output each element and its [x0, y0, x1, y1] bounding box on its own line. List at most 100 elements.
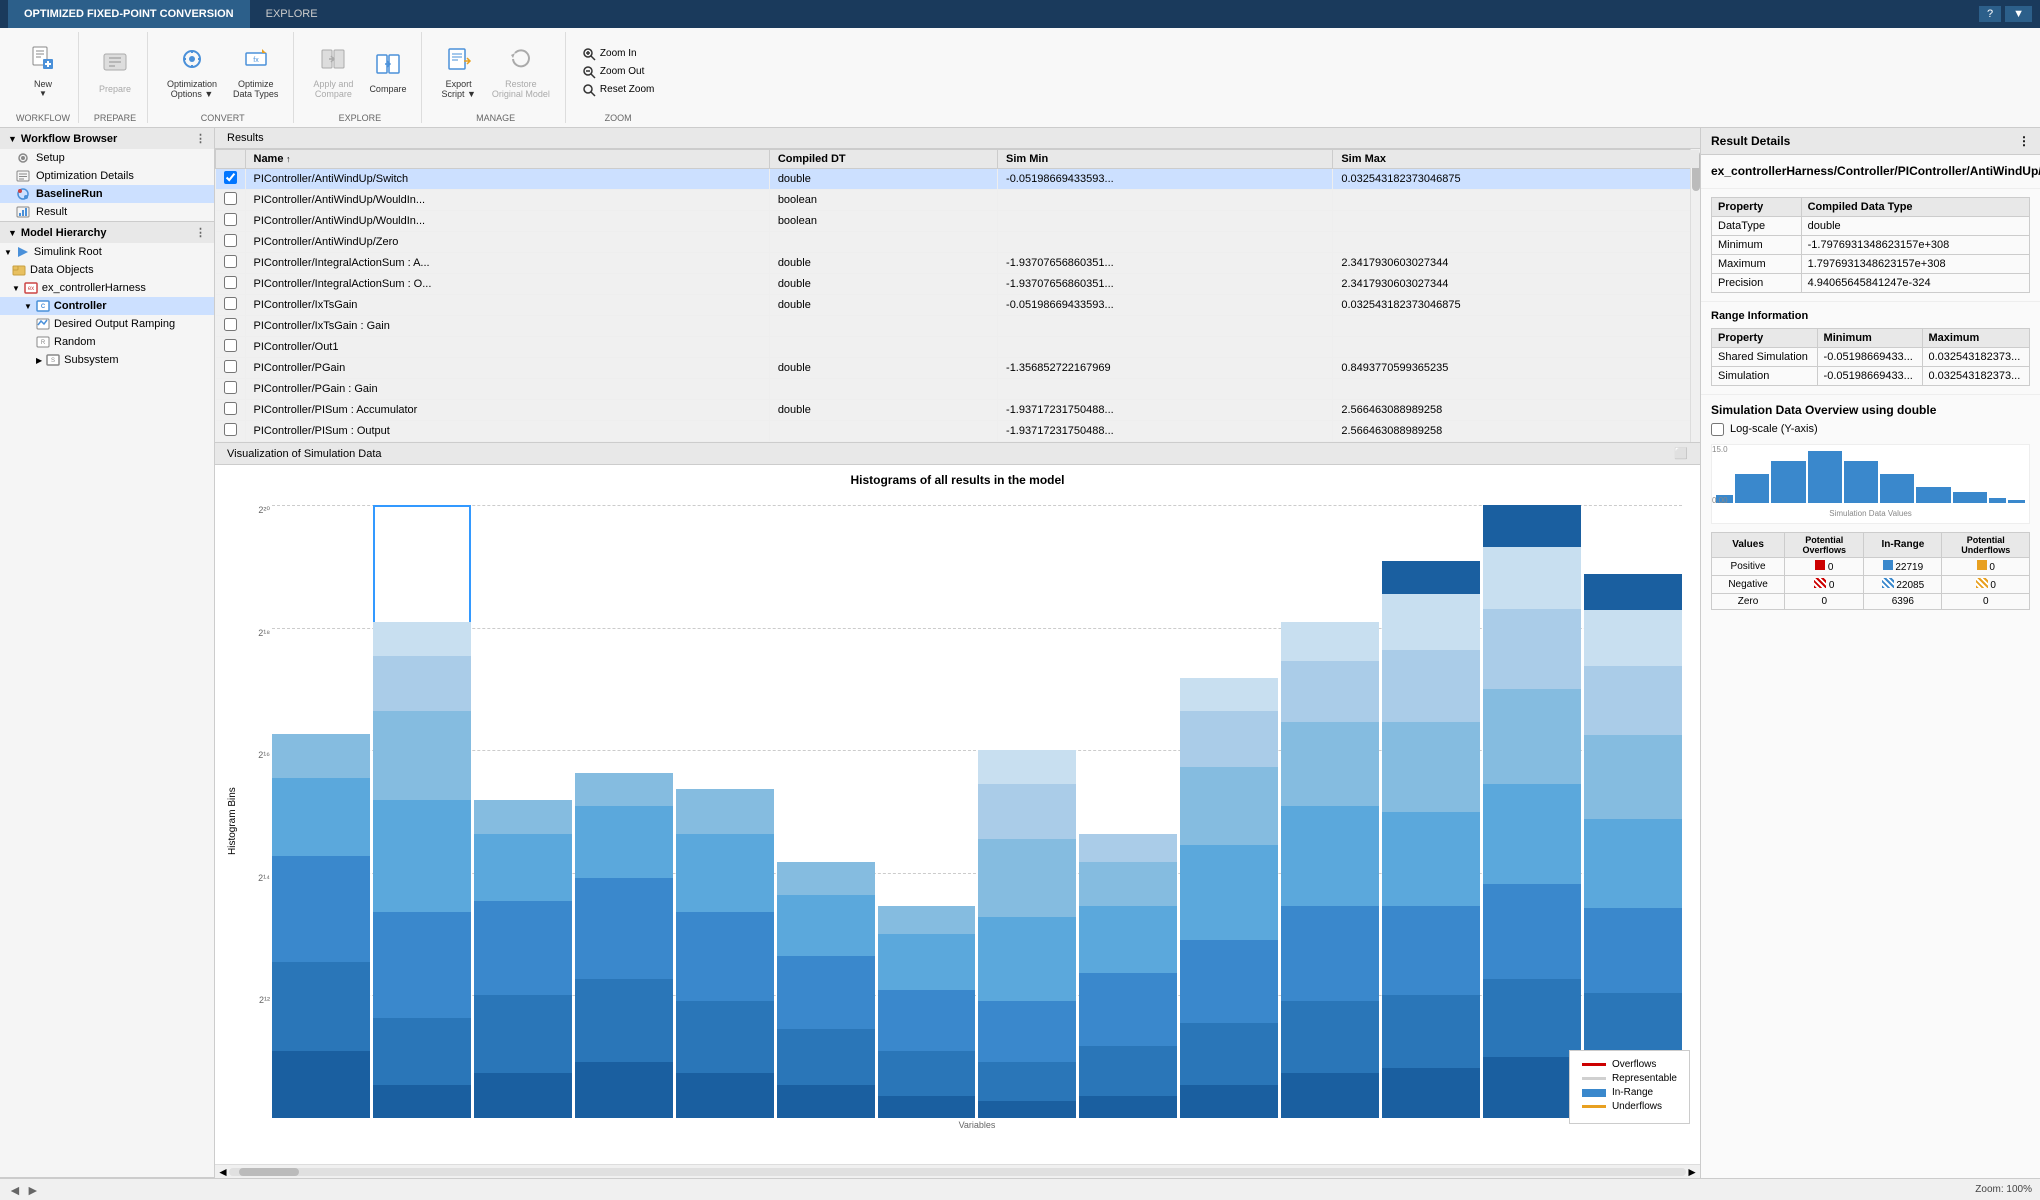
tab-explore[interactable]: EXPLORE [250, 0, 334, 28]
bar-segment-4-3 [676, 834, 774, 912]
zoom-out-button[interactable]: Zoom Out [578, 64, 658, 80]
table-row[interactable]: PIController/AntiWindUp/Switch double -0… [216, 169, 1700, 190]
bar-segment-7-2 [978, 1001, 1076, 1062]
tree-item-controller[interactable]: ▼ C Controller [0, 297, 214, 315]
viz-expand-icon[interactable]: ⬜ [1674, 447, 1688, 460]
col-compiled-dt[interactable]: Compiled DT [769, 150, 997, 169]
row-checkbox-6[interactable] [216, 295, 246, 316]
legend-underflows: Underflows [1582, 1101, 1677, 1112]
log-scale-checkbox[interactable] [1711, 423, 1724, 436]
row-sim-max-4: 2.3417930603027344 [1333, 253, 1700, 274]
table-row[interactable]: PIController/IntegralActionSum : O... do… [216, 274, 1700, 295]
table-row[interactable]: PIController/PISum : Accumulator double … [216, 400, 1700, 421]
hist-bar-group-2[interactable] [474, 505, 572, 1118]
row-checkbox-0[interactable] [216, 169, 246, 190]
table-row[interactable]: PIController/PGain double -1.35685272216… [216, 358, 1700, 379]
hist-bar-group-3[interactable] [575, 505, 673, 1118]
row-checkbox-1[interactable] [216, 190, 246, 211]
new-icon [29, 45, 57, 77]
sidebar-item-baseline-run[interactable]: BaselineRun [0, 185, 214, 203]
right-nav-arrow[interactable]: ► [1686, 1165, 1698, 1179]
restore-button[interactable]: RestoreOriginal Model [485, 40, 557, 104]
table-row[interactable]: PIController/IntegralActionSum : A... do… [216, 253, 1700, 274]
row-checkbox-7[interactable] [216, 316, 246, 337]
hist-bar-group-5[interactable] [777, 505, 875, 1118]
row-checkbox-8[interactable] [216, 337, 246, 358]
row-checkbox-9[interactable] [216, 358, 246, 379]
table-row[interactable]: PIController/Out1 [216, 337, 1700, 358]
right-panel-menu-icon[interactable]: ⋮ [2018, 134, 2030, 148]
tree-item-ex-controller-harness[interactable]: ▼ ex ex_controllerHarness [0, 279, 214, 297]
tree-item-subsystem[interactable]: ▶ S Subsystem [0, 351, 214, 369]
compare-button[interactable]: Compare [362, 45, 413, 99]
hist-bar-group-12[interactable] [1483, 505, 1581, 1118]
table-row[interactable]: PIController/AntiWindUp/Zero [216, 232, 1700, 253]
hist-bar-group-1[interactable] [373, 505, 471, 1118]
tree-item-data-objects[interactable]: Data Objects [0, 261, 214, 279]
workflow-browser-header[interactable]: ▼ Workflow Browser ⋮ [0, 128, 214, 149]
viz-tab[interactable]: Visualization of Simulation Data ⬜ [215, 443, 1700, 465]
sidebar-item-optimization-details[interactable]: Optimization Details [0, 167, 214, 185]
results-tab[interactable]: Results [215, 128, 1700, 149]
subsystem-expand[interactable]: ▶ [36, 356, 42, 365]
controller-expand[interactable]: ▼ [24, 302, 32, 311]
table-row[interactable]: PIController/PGain : Gain [216, 379, 1700, 400]
tree-item-simulink-root[interactable]: ▼ Simulink Root [0, 243, 214, 261]
hist-bar-group-9[interactable] [1180, 505, 1278, 1118]
export-script-button[interactable]: ExportScript ▼ [434, 40, 482, 104]
ex-harness-expand[interactable]: ▼ [12, 284, 20, 293]
mini-bar-9 [1989, 498, 2006, 503]
scroll-track[interactable] [229, 1168, 1686, 1176]
opt-options-button[interactable]: OptimizationOptions ▼ [160, 40, 224, 104]
bottom-scrollbar[interactable]: ◄ ► [215, 1164, 1700, 1178]
row-checkbox-4[interactable] [216, 253, 246, 274]
workflow-menu-icon[interactable]: ⋮ [195, 132, 206, 145]
bar-segment-13-5 [1584, 666, 1682, 735]
hist-bar-group-8[interactable] [1079, 505, 1177, 1118]
results-scrollbar-v[interactable] [1690, 149, 1700, 442]
reset-zoom-button[interactable]: Reset Zoom [578, 82, 658, 98]
table-row[interactable]: PIController/PISum : Output -1.937172317… [216, 421, 1700, 442]
row-checkbox-5[interactable] [216, 274, 246, 295]
col-sim-max[interactable]: Sim Max [1333, 150, 1700, 169]
right-panel-header-label: Result Details [1711, 134, 1790, 148]
hist-bar-group-7[interactable] [978, 505, 1076, 1118]
left-nav-arrow[interactable]: ◄ [217, 1165, 229, 1179]
simulink-root-expand[interactable]: ▼ [4, 248, 12, 257]
tab-fixed-point[interactable]: OPTIMIZED FIXED-POINT CONVERSION [8, 0, 250, 28]
new-button[interactable]: New ▼ [19, 40, 67, 103]
help-button[interactable]: ? [1979, 6, 2001, 22]
nav-left-arrow[interactable]: ◄ [8, 1182, 22, 1198]
hist-bar-group-4[interactable] [676, 505, 774, 1118]
sidebar-item-result[interactable]: Result [0, 203, 214, 221]
tree-item-random[interactable]: R Random [0, 333, 214, 351]
table-row[interactable]: PIController/IxTsGain : Gain [216, 316, 1700, 337]
row-checkbox-2[interactable] [216, 211, 246, 232]
col-name[interactable]: Name [245, 150, 769, 169]
model-hierarchy-menu-icon[interactable]: ⋮ [195, 226, 206, 239]
col-sim-min[interactable]: Sim Min [998, 150, 1333, 169]
table-row[interactable]: PIController/IxTsGain double -0.05198669… [216, 295, 1700, 316]
sidebar-item-setup[interactable]: Setup [0, 149, 214, 167]
row-checkbox-10[interactable] [216, 379, 246, 400]
sidebar-resize-handle[interactable] [2035, 100, 2040, 1200]
optimize-dt-button[interactable]: fx OptimizeData Types [226, 40, 285, 104]
hist-bar-group-13[interactable] [1584, 505, 1682, 1118]
apply-compare-button[interactable]: Apply andCompare [306, 40, 360, 104]
model-hierarchy-header[interactable]: ▼ Model Hierarchy ⋮ [0, 222, 214, 243]
hist-bar-group-10[interactable] [1281, 505, 1379, 1118]
zoom-in-button[interactable]: Zoom In [578, 46, 658, 62]
table-row[interactable]: PIController/AntiWindUp/WouldIn... boole… [216, 211, 1700, 232]
row-checkbox-11[interactable] [216, 400, 246, 421]
hist-bar-group-0[interactable] [272, 505, 370, 1118]
tree-item-desired-output[interactable]: Desired Output Ramping [0, 315, 214, 333]
y-tick-3: 2¹⁶ [258, 750, 270, 760]
row-checkbox-3[interactable] [216, 232, 246, 253]
row-checkbox-12[interactable] [216, 421, 246, 442]
minimize-button[interactable]: ▼ [2005, 6, 2032, 22]
hist-bar-group-11[interactable] [1382, 505, 1480, 1118]
table-row[interactable]: PIController/AntiWindUp/WouldIn... boole… [216, 190, 1700, 211]
prepare-button[interactable]: Prepare [91, 45, 139, 99]
nav-right-arrow[interactable]: ► [26, 1182, 40, 1198]
hist-bar-group-6[interactable] [878, 505, 976, 1118]
